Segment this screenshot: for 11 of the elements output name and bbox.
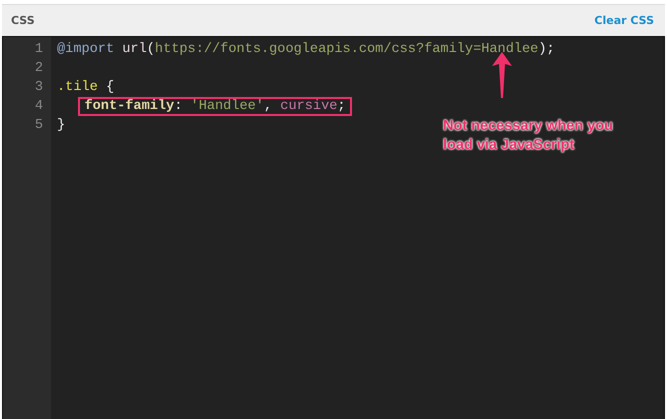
panel-title: CSS xyxy=(11,14,35,27)
line-number: 5 xyxy=(34,118,44,133)
line-number: 3 xyxy=(34,80,44,95)
clear-css-link[interactable]: Clear CSS xyxy=(594,14,654,27)
code-line: @import url(https://fonts.googleapis.com/css?family=Handlee); xyxy=(56,41,556,58)
line-number: 2 xyxy=(34,61,44,76)
code-line: .tile { xyxy=(56,79,116,96)
annotation-text: Not necessary when you load via JavaScript xyxy=(443,117,614,155)
line-number: 4 xyxy=(34,99,44,114)
code-line: } xyxy=(56,117,66,134)
line-number: 1 xyxy=(34,42,44,57)
